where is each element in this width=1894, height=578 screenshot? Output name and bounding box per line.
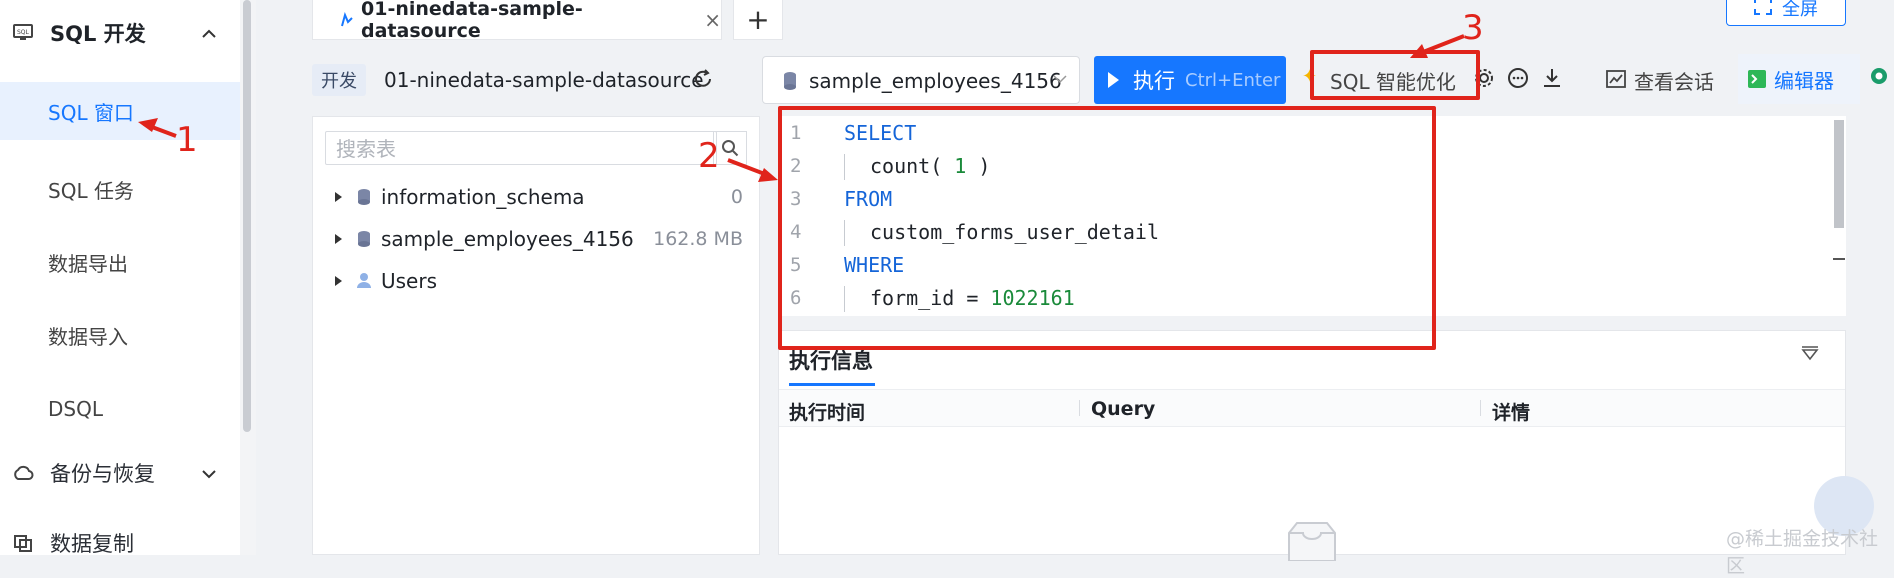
env-tag: 开发 [312,64,366,96]
add-tab-button[interactable]: + [733,0,783,40]
caret-right-icon[interactable] [335,276,342,286]
fullscreen-button[interactable]: 全屏 [1726,0,1846,26]
tree-item-size: 162.8 MB [653,228,743,250]
sidebar-item-data-import[interactable]: 数据导入 [0,306,244,364]
table-search-input[interactable] [326,132,698,166]
sidebar: SQL SQL 开发 SQL 窗口 SQL 任务 数据导出 数据导入 DSQL … [0,0,245,556]
exec-info-panel: 执行信息 执行时间 Query 详情 [778,330,1846,562]
chevron-down-icon [1053,69,1067,88]
tree-item-name: sample_employees_4156 [381,227,634,251]
sidebar-group-backup[interactable]: 备份与恢复 [0,448,244,498]
annotation-box-editor [778,106,1436,350]
sidebar-group-label: 数据复制 [50,532,134,556]
tree-item-name: information_schema [381,185,585,209]
caret-right-icon[interactable] [335,192,342,202]
column-divider[interactable] [1079,400,1080,416]
sidebar-item-sql-task[interactable]: SQL 任务 [0,160,244,218]
sidebar-group-label: 备份与恢复 [50,462,155,486]
sql-console-icon: SQL [12,22,34,44]
terminal-icon [1748,70,1766,88]
tab-editor[interactable]: 编辑器 [1738,54,1860,104]
fullscreen-icon [1754,0,1772,20]
datasource-tab-icon [339,11,355,28]
database-select[interactable]: sample_employees_4156 [762,56,1080,104]
editor-tab-label: 编辑器 [1774,68,1834,93]
sidebar-item-sql-window[interactable]: SQL 窗口 [0,82,244,140]
sidebar-item-data-export[interactable]: 数据导出 [0,233,244,291]
annotation-box-ai-optimize [1310,50,1480,100]
annotation-number-1: 1 [176,120,198,160]
tab-assistant[interactable]: A [1870,66,1894,90]
more-icon[interactable] [1506,66,1530,90]
assistant-icon [1870,66,1888,90]
chevron-up-icon [202,23,216,44]
sidebar-group-replication[interactable]: 数据复制 [0,518,244,568]
column-header: Query [1091,398,1156,420]
sidebar-item-label: SQL 任务 [48,178,134,203]
caret-right-icon[interactable] [335,234,342,244]
sidebar-item-dsql[interactable]: DSQL [0,380,244,438]
editor-minimap-marker [1833,258,1845,260]
database-icon [357,230,371,248]
tree-item-size: 0 [730,186,743,208]
database-icon [783,71,797,91]
tree-item-users[interactable]: Users [313,263,761,299]
close-icon[interactable]: × [704,8,721,32]
sessions-label: 查看会话 [1634,70,1714,94]
chart-icon [1606,69,1626,93]
tab-label: 01-ninedata-sample-datasource [361,0,583,42]
watermark: @稀土掘金技术社区 [1726,528,1879,577]
replication-icon [12,532,34,554]
user-icon [357,272,371,290]
svg-text:SQL: SQL [17,29,30,36]
refresh-icon[interactable] [692,68,714,90]
column-header: 详情 [1492,402,1531,424]
editor-scrollbar[interactable] [1834,120,1844,228]
tree-item-information-schema[interactable]: information_schema 0 [313,179,761,215]
collapse-icon[interactable] [1801,345,1819,366]
tree-item-name: Users [381,269,438,293]
tab-datasource[interactable]: 01-ninedata-sample-datasource × [312,0,722,42]
column-divider[interactable] [1480,400,1481,416]
table-browser: information_schema 0 sample_employees_41… [312,116,760,555]
sidebar-group-sql-dev[interactable]: SQL SQL 开发 [0,8,244,58]
sidebar-group-label: SQL 开发 [50,22,146,46]
sidebar-item-label: 数据导入 [48,324,128,349]
fullscreen-label: 全屏 [1782,0,1818,20]
annotation-number-2: 2 [698,136,720,176]
view-sessions-button[interactable]: 查看会话 [1606,66,1714,95]
toolbar: 开发 01-ninedata-sample-datasource sample_… [290,50,1894,110]
database-select-value: sample_employees_4156 [809,69,1062,93]
backup-icon [12,462,34,484]
active-tab-indicator [789,383,875,386]
run-button[interactable]: 执行 Ctrl+Enter [1094,56,1286,104]
sidebar-scrollbar[interactable] [243,0,251,432]
database-icon [357,188,371,206]
sidebar-item-label: DSQL [48,397,103,421]
exec-table-header: 执行时间 Query 详情 [779,389,1845,427]
run-shortcut: Ctrl+Enter [1185,69,1281,91]
sidebar-item-label: SQL 窗口 [48,100,134,125]
chevron-down-icon [202,463,216,484]
column-header: 执行时间 [789,402,866,424]
table-search [325,131,717,166]
annotation-number-3: 3 [1462,8,1484,48]
play-icon [1108,72,1119,88]
sidebar-item-label: 数据导出 [48,251,128,276]
empty-state-icon [1277,521,1347,562]
run-label: 执行 [1133,69,1175,93]
download-icon[interactable] [1540,66,1564,90]
tree-item-sample-employees[interactable]: sample_employees_4156 162.8 MB [313,221,761,257]
datasource-name: 01-ninedata-sample-datasource [384,68,704,92]
